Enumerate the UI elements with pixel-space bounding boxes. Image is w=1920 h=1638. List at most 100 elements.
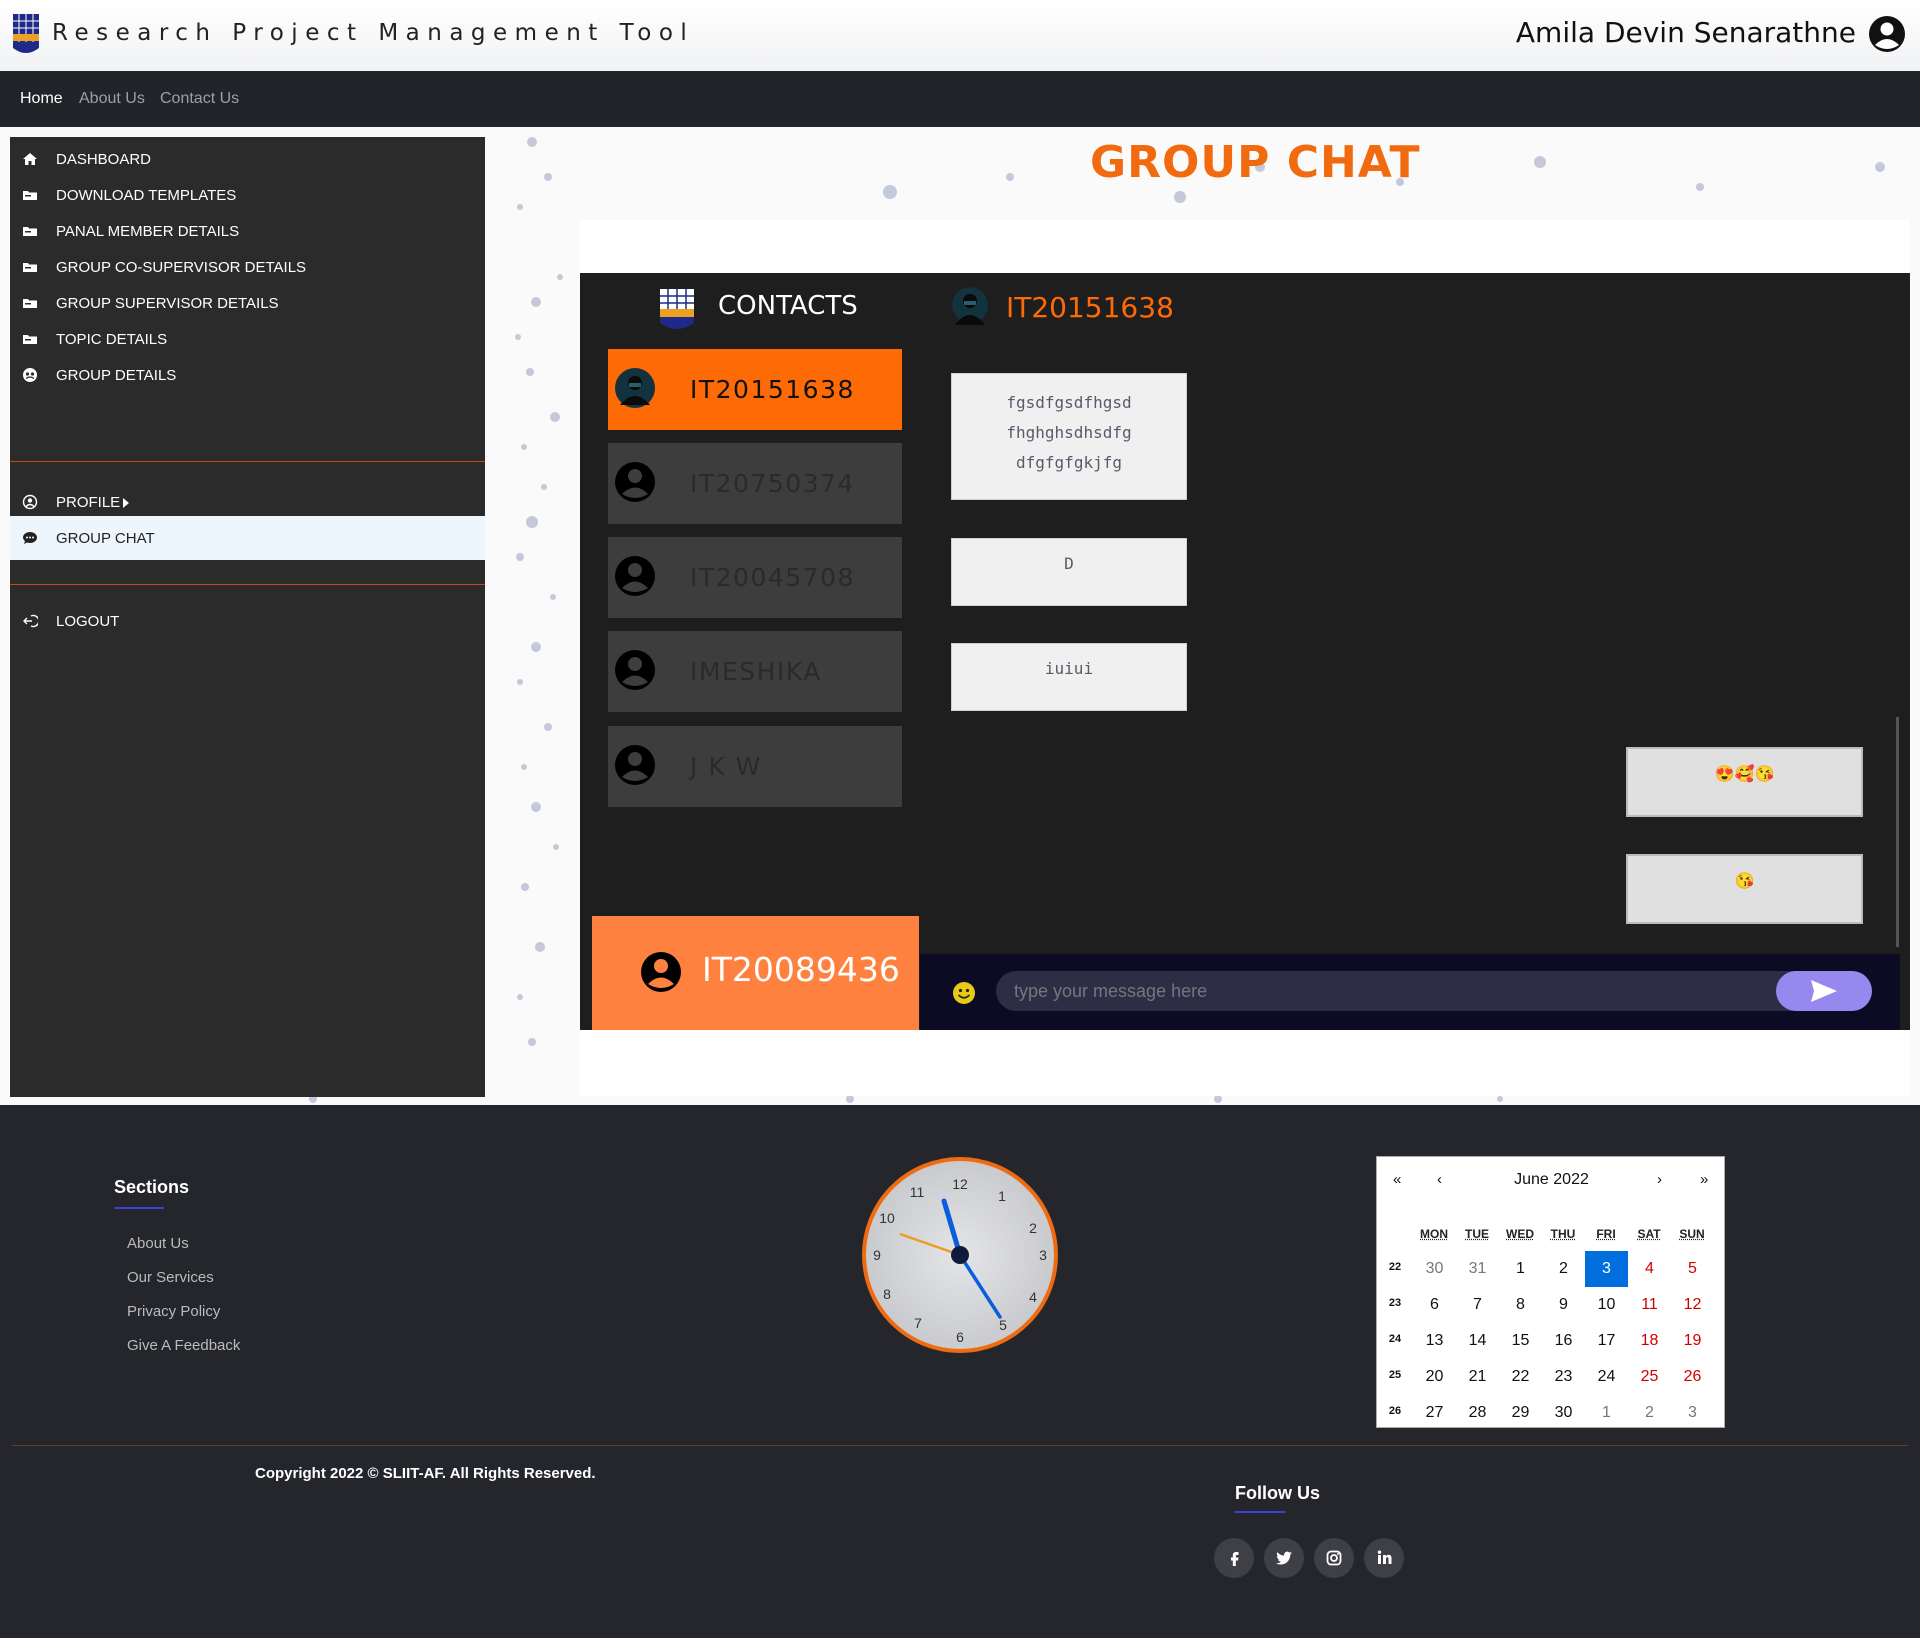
calendar-weekday-label: THU [1550,1227,1576,1241]
contact-name: IMESHIKA [690,657,822,686]
active-contact-avatar [950,285,990,329]
sidebar-item-logout[interactable]: LOGOUT [10,599,485,643]
calendar-weekday-label: SUN [1679,1227,1705,1241]
active-contact-name: IT20151638 [1006,291,1174,324]
calendar-day[interactable]: 29 [1499,1395,1542,1431]
calendar-day[interactable]: 3 [1671,1395,1714,1431]
calendar-day[interactable]: 24 [1585,1359,1628,1395]
calendar-day[interactable]: 19 [1671,1323,1714,1359]
calendar-day[interactable]: 30 [1542,1395,1585,1431]
footer-link-privacy[interactable]: Privacy Policy [127,1303,220,1320]
calendar-day[interactable]: 5 [1671,1251,1714,1287]
calendar-day[interactable]: 15 [1499,1323,1542,1359]
calendar-day[interactable]: 1 [1585,1395,1628,1431]
calendar-day[interactable]: 7 [1456,1287,1499,1323]
nav-home-link[interactable]: Home [20,90,63,108]
chat-bubble-icon [23,532,37,544]
calendar-day[interactable]: 9 [1542,1287,1585,1323]
logout-icon [23,614,38,628]
calendar-weekday-label: WED [1506,1227,1534,1241]
facebook-icon[interactable] [1214,1538,1254,1578]
contact-item[interactable]: IT20045708 [608,537,902,618]
current-user-name: IT20089436 [702,950,900,989]
sidebar-item-label: GROUP SUPERVISOR DETAILS [56,295,279,312]
calendar-day[interactable]: 18 [1628,1323,1671,1359]
sidebar-item-group-chat[interactable]: GROUP CHAT [10,516,485,560]
calendar-next-month-button[interactable]: › [1657,1171,1662,1188]
calendar-day[interactable]: 1 [1499,1251,1542,1287]
linkedin-icon[interactable] [1364,1538,1404,1578]
contact-item[interactable]: IT20750374 [608,443,902,524]
calendar-day[interactable]: 6 [1413,1287,1456,1323]
calendar-day[interactable]: 28 [1456,1395,1499,1431]
nav-contact-link[interactable]: Contact Us [160,90,239,108]
calendar-day[interactable]: 10 [1585,1287,1628,1323]
folder-icon [23,191,37,200]
footer-divider [12,1445,1908,1446]
title-underline [114,1207,164,1209]
calendar-day[interactable]: 8 [1499,1287,1542,1323]
chat-message: fgsdfgsdfhgsd fhghghsdhsdfg dfgfgfgkjfg [951,373,1187,500]
sidebar-item-group-details[interactable]: GROUP DETAILS [10,353,485,397]
message-input-bar [920,954,1900,1030]
sidebar-item-label: LOGOUT [56,613,120,630]
calendar-day[interactable]: 16 [1542,1323,1585,1359]
calendar-week-number: 25 [1388,1369,1402,1381]
folder-icon [23,335,37,344]
emoji-picker-icon[interactable] [952,981,976,1005]
clock-number: 4 [1029,1289,1037,1305]
chat-message: iuiui [951,643,1187,711]
contact-item[interactable]: J K W [608,726,902,807]
footer-link-feedback[interactable]: Give A Feedback [127,1337,240,1354]
footer-link-about[interactable]: About Us [127,1235,189,1252]
instagram-icon[interactable] [1314,1538,1354,1578]
calendar-day[interactable]: 12 [1671,1287,1714,1323]
clock-number: 2 [1029,1220,1037,1236]
clock-number: 11 [910,1184,925,1200]
contact-item[interactable]: IMESHIKA [608,631,902,712]
calendar-day[interactable]: 31 [1456,1251,1499,1287]
footer-link-services[interactable]: Our Services [127,1269,214,1286]
contact-item[interactable]: IT20151638 [608,349,902,430]
clock-number: 7 [914,1315,922,1331]
clock-number: 3 [1039,1247,1047,1263]
sidebar-item-label: TOPIC DETAILS [56,331,168,348]
calendar-day[interactable]: 17 [1585,1323,1628,1359]
calendar-day[interactable]: 11 [1628,1287,1671,1323]
chat-message-own: 😍🥰😘 [1626,747,1863,817]
calendar-day[interactable]: 2 [1628,1395,1671,1431]
calendar-day[interactable]: 22 [1499,1359,1542,1395]
calendar-day[interactable]: 13 [1413,1323,1456,1359]
calendar-day[interactable]: 3 [1585,1251,1628,1287]
calendar-day[interactable]: 26 [1671,1359,1714,1395]
copyright-text: Copyright 2022 © SLIIT-AF. All Rights Re… [255,1465,596,1482]
contact-name: IT20151638 [690,375,855,404]
calendar-day[interactable]: 25 [1628,1359,1671,1395]
twitter-icon[interactable] [1264,1538,1304,1578]
user-avatar-icon[interactable] [1868,15,1906,53]
calendar-day[interactable]: 27 [1413,1395,1456,1431]
calendar-day[interactable]: 23 [1542,1359,1585,1395]
title-underline [1235,1511,1285,1513]
messages-scrollbar[interactable] [1896,717,1899,947]
sidebar-item-label: GROUP CO-SUPERVISOR DETAILS [56,259,307,276]
calendar-widget: « ‹ June 2022 › » MON TUE WED THU FRI SAT SUN 2… [1376,1156,1725,1428]
calendar-day[interactable]: 21 [1456,1359,1499,1395]
sidebar-divider [10,584,485,585]
contact-name: IT20045708 [690,563,855,592]
message-input[interactable] [996,971,1866,1011]
calendar-day[interactable]: 20 [1413,1359,1456,1395]
calendar-day[interactable]: 4 [1628,1251,1671,1287]
calendar-day[interactable]: 30 [1413,1251,1456,1287]
user-name: Amila Devin Senarathne [1515,16,1856,49]
calendar-month-title[interactable]: June 2022 [1377,1171,1726,1189]
nav-about-link[interactable]: About Us [79,90,145,108]
send-button[interactable] [1776,971,1872,1011]
calendar-day[interactable]: 14 [1456,1323,1499,1359]
calendar-week-number: 23 [1388,1297,1402,1309]
calendar-next-year-button[interactable]: » [1700,1171,1708,1188]
calendar-day[interactable]: 2 [1542,1251,1585,1287]
top-header: Research Project Management Tool Amila D… [0,0,1920,71]
sidebar-item-label: GROUP CHAT [56,530,155,547]
sidebar-item-label: PROFILE [56,494,121,511]
